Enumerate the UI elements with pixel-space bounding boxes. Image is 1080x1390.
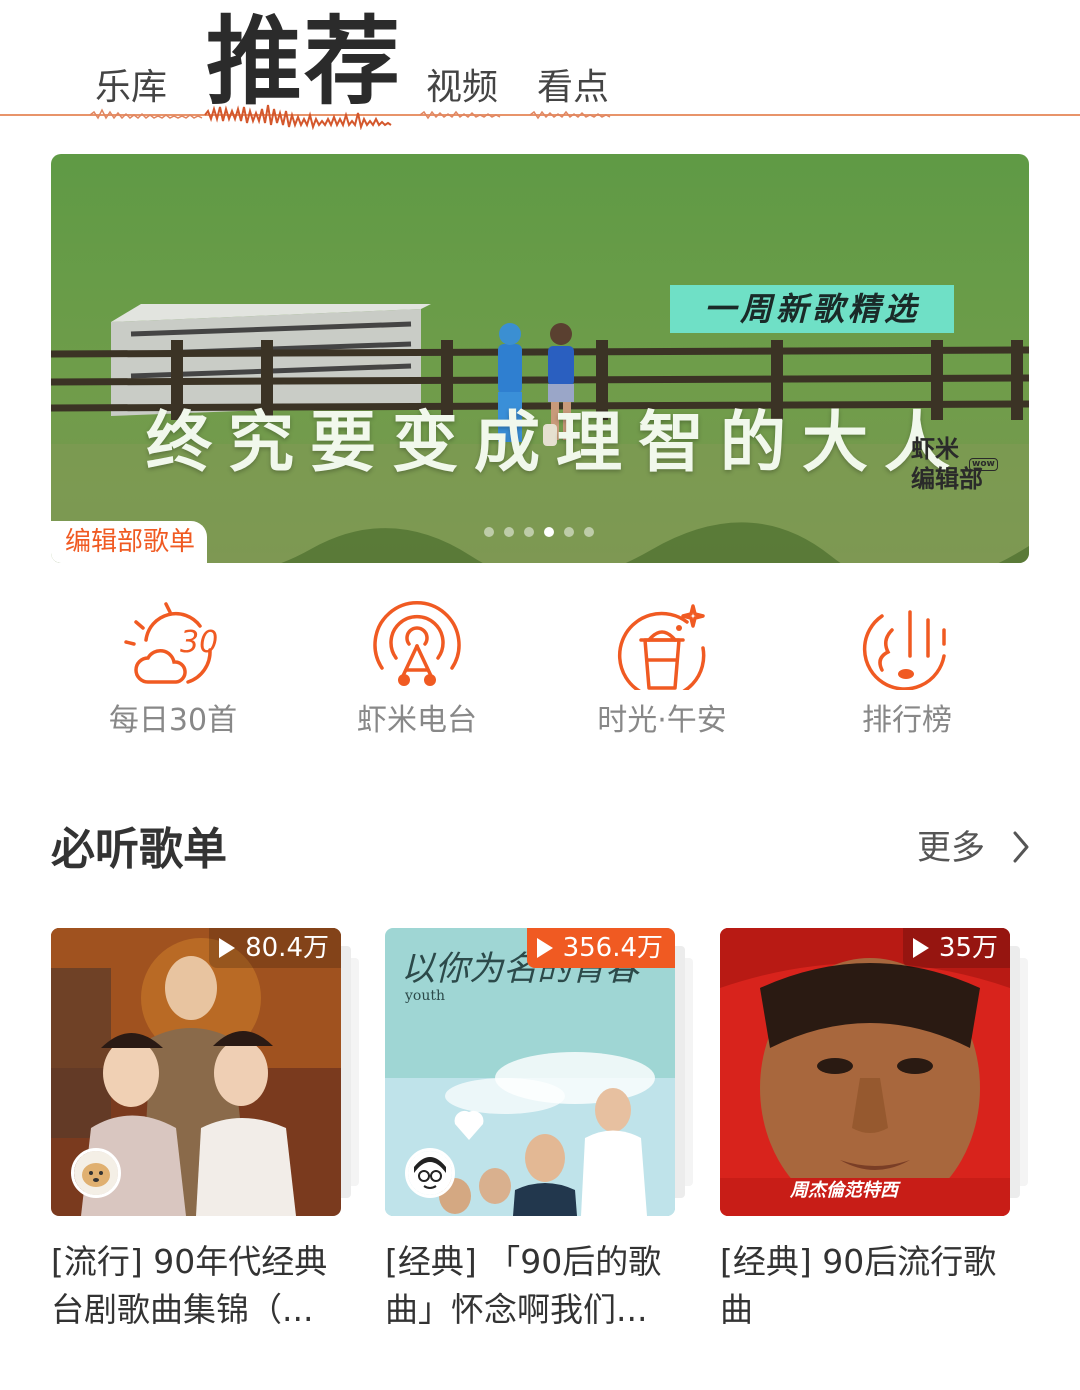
entry-rankings[interactable]: 排行榜 bbox=[807, 600, 1007, 738]
cartoon-avatar-image bbox=[408, 1151, 452, 1195]
playlist-cover[interactable]: 周杰倫范特西 35万 bbox=[720, 928, 1010, 1216]
creator-avatar[interactable] bbox=[405, 1148, 455, 1198]
top-tab-bar: 乐库 推荐 视频 看点 bbox=[0, 0, 1080, 130]
carousel-dot-active[interactable] bbox=[544, 527, 554, 537]
playlist-cover[interactable]: 80.4万 bbox=[51, 928, 341, 1216]
play-count-badge: 35万 bbox=[902, 928, 1010, 968]
banner-carousel[interactable]: 终究要变成理智的大人 一周新歌精选 虾米 编辑部 wow 编辑部歌单 bbox=[51, 154, 1029, 563]
playlist-cover[interactable]: 以你为名的青春 youth 356.4万 bbox=[385, 928, 675, 1216]
section-title: 必听歌单 bbox=[51, 824, 227, 875]
playlist-title[interactable]: [流行] 90年代经典台剧歌曲集锦（... bbox=[51, 1238, 351, 1334]
play-count: 356.4万 bbox=[562, 933, 663, 963]
chart-rank-icon bbox=[862, 610, 946, 690]
cover-art: 周杰倫范特西 bbox=[720, 928, 1010, 1216]
entry-time-noon[interactable]: 时光·午安 bbox=[562, 600, 762, 738]
carousel-dots bbox=[484, 527, 594, 537]
entry-radio[interactable]: 虾米电台 bbox=[317, 600, 517, 738]
card-stack-shadow bbox=[351, 958, 359, 1186]
brand-badge: wow bbox=[969, 458, 998, 471]
cover-title-text: 周杰倫范特西 bbox=[789, 1180, 901, 1201]
entry-label: 每日30首 bbox=[108, 703, 238, 738]
carousel-dot[interactable] bbox=[504, 527, 514, 537]
banner-brand-logo: 虾米 编辑部 wow bbox=[911, 434, 998, 494]
banner-category-tag: 编辑部歌单 bbox=[51, 521, 208, 563]
sound-wave-underline bbox=[0, 104, 1080, 130]
coffee-cup-icon bbox=[617, 604, 706, 690]
more-link[interactable]: 更多 bbox=[917, 828, 985, 868]
banner-title-text: 终究要变成理智的大人 bbox=[146, 403, 966, 481]
card-stack-shadow bbox=[675, 946, 685, 1198]
chevron-right-icon[interactable] bbox=[1012, 830, 1030, 864]
card-stack-shadow bbox=[1010, 946, 1020, 1198]
playlist-card[interactable]: 周杰倫范特西 35万 [经典] 90后流行歌曲 bbox=[720, 928, 1028, 1334]
entry-label: 时光·午安 bbox=[597, 703, 727, 738]
playlist-card[interactable]: 以你为名的青春 youth 356.4万 [经典] 「90后的歌曲」怀念啊我们.… bbox=[385, 928, 693, 1334]
play-count: 80.4万 bbox=[245, 933, 329, 963]
card-stack-shadow bbox=[685, 958, 693, 1186]
banner-photo bbox=[51, 154, 1029, 563]
play-count: 35万 bbox=[938, 933, 998, 963]
banner-subtitle: 一周新歌精选 bbox=[670, 285, 954, 333]
daily-30-icon-text: 30 bbox=[180, 625, 218, 660]
carousel-dot[interactable] bbox=[524, 527, 534, 537]
entry-daily-30[interactable]: 30 每日30首 bbox=[73, 600, 273, 738]
playlist-title[interactable]: [经典] 90后流行歌曲 bbox=[720, 1238, 1020, 1334]
carousel-dot[interactable] bbox=[584, 527, 594, 537]
entry-label: 虾米电台 bbox=[357, 703, 477, 738]
cover-small-text: youth bbox=[404, 988, 445, 1004]
dog-avatar-image bbox=[74, 1151, 118, 1195]
play-count-badge: 356.4万 bbox=[526, 928, 675, 968]
play-count-badge: 80.4万 bbox=[209, 928, 341, 968]
playlist-card[interactable]: 80.4万 [流行] 90年代经典台剧歌曲集锦（... bbox=[51, 928, 359, 1334]
carousel-dot[interactable] bbox=[484, 527, 494, 537]
entry-label: 排行榜 bbox=[862, 703, 952, 738]
play-icon bbox=[536, 938, 553, 958]
radio-icon bbox=[373, 601, 461, 686]
playlist-title[interactable]: [经典] 「90后的歌曲」怀念啊我们... bbox=[385, 1238, 685, 1334]
play-icon bbox=[219, 938, 236, 958]
card-stack-shadow bbox=[1020, 958, 1028, 1186]
card-stack-shadow bbox=[341, 946, 351, 1198]
creator-avatar[interactable] bbox=[71, 1148, 121, 1198]
daily-30-weather-icon: 30 bbox=[124, 602, 218, 684]
play-icon bbox=[912, 938, 929, 958]
carousel-dot[interactable] bbox=[564, 527, 574, 537]
